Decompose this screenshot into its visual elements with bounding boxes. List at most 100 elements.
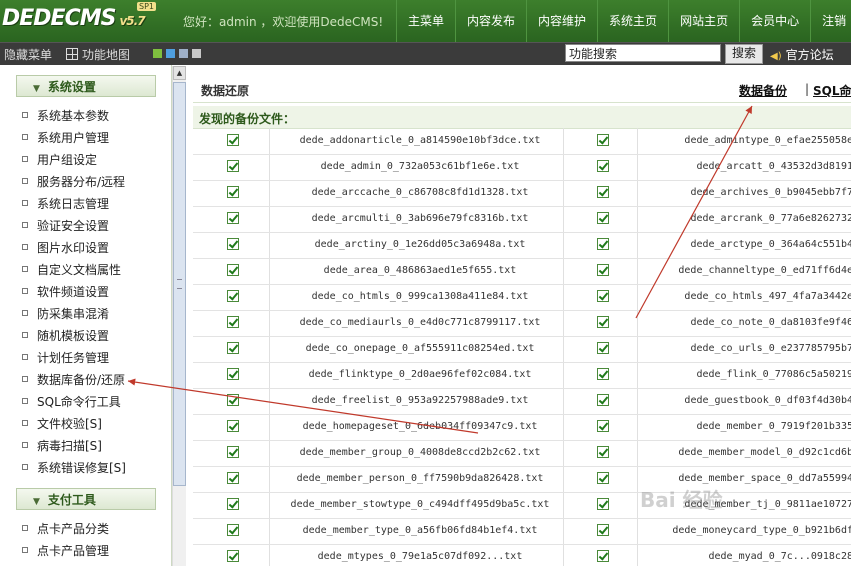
panel-header: 数据还原 数据备份 | SQL命	[193, 76, 851, 103]
file-checkbox[interactable]	[227, 316, 239, 328]
sidebar-item[interactable]: 数据库备份/还原	[22, 370, 125, 390]
file-name: dede_member_person_0_ff7590b9da826428.tx…	[296, 473, 544, 484]
file-checkbox[interactable]	[597, 186, 609, 198]
scroll-up-icon[interactable]: ▲	[173, 66, 186, 80]
bullet-icon	[22, 178, 28, 184]
file-name: dede_co_note_0_da8103fe9f46	[690, 317, 851, 328]
file-checkbox[interactable]	[597, 472, 609, 484]
skin-swatch-steel[interactable]	[179, 49, 188, 58]
sidebar-item[interactable]: 用户组设定	[22, 150, 97, 170]
sidebar-item[interactable]: 点卡产品管理	[22, 541, 109, 561]
section-system-settings[interactable]: ▼ 系统设置	[16, 75, 156, 97]
file-checkbox[interactable]	[597, 160, 609, 172]
official-forum-link[interactable]: ◀) 官方论坛	[770, 46, 834, 63]
file-checkbox[interactable]	[227, 524, 239, 536]
data-backup-link[interactable]: 数据备份	[739, 82, 787, 99]
file-checkbox[interactable]	[597, 134, 609, 146]
file-checkbox[interactable]	[597, 212, 609, 224]
hide-menu-link[interactable]: 隐藏菜单	[4, 46, 52, 63]
file-checkbox[interactable]	[227, 290, 239, 302]
file-checkbox[interactable]	[227, 472, 239, 484]
dedecms-logo: DEDECMS v5.7	[2, 6, 146, 31]
file-checkbox[interactable]	[227, 134, 239, 146]
file-checkbox[interactable]	[597, 498, 609, 510]
sidebar-item[interactable]: 点卡产品分类	[22, 519, 109, 539]
file-checkbox[interactable]	[227, 212, 239, 224]
nav-content-maintain[interactable]: 内容维护	[526, 0, 597, 42]
sidebar-item[interactable]: 系统错误修复[S]	[22, 458, 126, 478]
sidebar-item[interactable]: 随机模板设置	[22, 326, 109, 346]
file-name: dede_arccache_0_c86708c8fd1d1328.txt	[311, 187, 529, 198]
bullet-icon	[22, 464, 28, 470]
nav-member-center[interactable]: 会员中心	[739, 0, 810, 42]
file-checkbox[interactable]	[227, 264, 239, 276]
sidebar-item[interactable]: 计划任务管理	[22, 348, 109, 368]
nav-site-home[interactable]: 网站主页	[668, 0, 739, 42]
file-checkbox[interactable]	[227, 238, 239, 250]
file-checkbox[interactable]	[597, 420, 609, 432]
sidebar-item-label: 验证安全设置	[37, 219, 110, 233]
nav-content-publish[interactable]: 内容发布	[455, 0, 526, 42]
file-name: dede_homepageset_0_6deb034ff09347c9.txt	[302, 421, 538, 432]
sidebar-scrollbar[interactable]: ▲	[172, 66, 186, 566]
search-button[interactable]: 搜索	[725, 44, 763, 64]
sidebar-item[interactable]: 文件校验[S]	[22, 414, 102, 434]
file-checkbox[interactable]	[227, 394, 239, 406]
file-name: dede_area_0_486863aed1e5f655.txt	[323, 265, 517, 276]
file-checkbox[interactable]	[227, 186, 239, 198]
file-checkbox[interactable]	[597, 316, 609, 328]
file-checkbox[interactable]	[227, 446, 239, 458]
nav-main-menu[interactable]: 主菜单	[396, 0, 455, 42]
sidebar-item-label: 点卡产品分类	[37, 522, 110, 536]
sidebar-item[interactable]: 图片水印设置	[22, 238, 109, 258]
sql-command-link[interactable]: SQL命	[813, 82, 851, 99]
skin-swatch-gray[interactable]	[192, 49, 201, 58]
file-checkbox[interactable]	[597, 342, 609, 354]
sidebar-item[interactable]: 系统基本参数	[22, 106, 109, 126]
welcome-text: 您好：admin ，欢迎使用DedeCMS!	[183, 15, 384, 29]
file-name: dede_flinktype_0_2d0ae96fef02c084.txt	[308, 369, 532, 380]
sidebar-item[interactable]: 服务器分布/远程	[22, 172, 125, 192]
file-checkbox[interactable]	[597, 264, 609, 276]
function-search-input[interactable]	[565, 44, 721, 62]
scrollbar-thumb[interactable]	[173, 82, 186, 486]
file-checkbox[interactable]	[227, 550, 239, 562]
sidebar-item[interactable]: 病毒扫描[S]	[22, 436, 102, 456]
file-checkbox[interactable]	[227, 368, 239, 380]
function-map-link[interactable]: 功能地图	[66, 46, 130, 63]
file-checkbox[interactable]	[597, 290, 609, 302]
file-checkbox[interactable]	[597, 446, 609, 458]
nav-system-home[interactable]: 系统主页	[597, 0, 668, 42]
sidebar-item[interactable]: 系统日志管理	[22, 194, 109, 214]
section-payment-tools[interactable]: ▼ 支付工具	[16, 488, 156, 510]
file-checkbox[interactable]	[597, 394, 609, 406]
file-name: dede_channeltype_0_ed71ff6d4e	[678, 265, 851, 276]
skin-swatch-blue[interactable]	[166, 49, 175, 58]
file-checkbox[interactable]	[597, 524, 609, 536]
file-checkbox[interactable]	[597, 550, 609, 562]
sp1-badge: SP1	[137, 2, 156, 11]
file-checkbox[interactable]	[227, 498, 239, 510]
bullet-icon	[22, 112, 28, 118]
file-name: dede_member_0_7919f201b335	[696, 421, 851, 432]
forum-label: 官方论坛	[785, 48, 834, 62]
sidebar-item[interactable]: 软件频道设置	[22, 282, 109, 302]
sidebar-item[interactable]: 自定义文档属性	[22, 260, 121, 280]
sidebar-item[interactable]: 防采集串混淆	[22, 304, 109, 324]
file-checkbox[interactable]	[597, 368, 609, 380]
sidebar-item[interactable]: 验证安全设置	[22, 216, 109, 236]
top-header: DEDECMS v5.7 SP1 您好：admin ，欢迎使用DedeCMS! 主…	[0, 0, 851, 43]
file-name: dede_admintype_0_efae255058e	[684, 135, 851, 146]
file-checkbox[interactable]	[597, 238, 609, 250]
file-checkbox[interactable]	[227, 342, 239, 354]
nav-logout[interactable]: 注销	[810, 0, 851, 42]
file-checkbox[interactable]	[227, 160, 239, 172]
skin-swatch-green[interactable]	[153, 49, 162, 58]
sidebar-item[interactable]: SQL命令行工具	[22, 392, 121, 412]
table-row: dede_flinktype_0_2d0ae96fef02c084.txt ded…	[193, 362, 851, 389]
sidebar-item[interactable]: 系统用户管理	[22, 128, 109, 148]
sidebar-item-label: 系统错误修复[S]	[37, 461, 126, 475]
sidebar-item-label: SQL命令行工具	[37, 395, 121, 409]
file-checkbox[interactable]	[227, 420, 239, 432]
sidebar-item-label: 系统用户管理	[37, 131, 110, 145]
